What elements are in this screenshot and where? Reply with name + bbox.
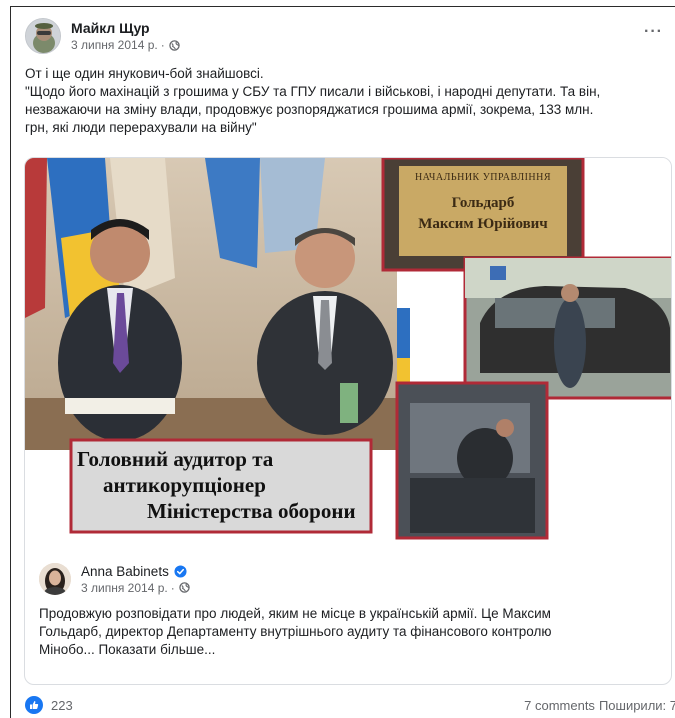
verified-badge-icon xyxy=(174,564,187,578)
post-text-line: "Щодо його махінацій з грошима у СБУ та … xyxy=(25,84,601,99)
like-reaction-icon[interactable] xyxy=(25,696,43,714)
driver-hand xyxy=(496,419,514,437)
caption-line-1: Головний аудитор та xyxy=(77,447,274,471)
shared-post-card[interactable]: НАЧАЛЬНИК УПРАВЛІННЯ Гольдарб Максим Юрі… xyxy=(24,157,672,685)
road-sign xyxy=(490,266,506,280)
comments-count-link[interactable]: 7 comments xyxy=(524,698,595,713)
man-by-car xyxy=(554,298,586,388)
plaque-title: НАЧАЛЬНИК УПРАВЛІННЯ xyxy=(414,172,552,183)
globe-icon xyxy=(168,39,180,51)
flag-red xyxy=(25,158,47,318)
caption-line-3: Міністерства оборони xyxy=(147,499,356,523)
more-options-button[interactable]: ··· xyxy=(644,23,663,41)
shared-text-line: Гольдарб, директор Департаменту внутрішн… xyxy=(39,624,552,639)
shared-text-line[interactable]: Мінобо... Показати більше... xyxy=(39,641,659,659)
post-meta: 3 липня 2014 р. · xyxy=(71,38,180,52)
author-avatar[interactable] xyxy=(25,18,61,54)
shared-text-line: Продовжую розповідати про людей, яким не… xyxy=(39,606,551,621)
shared-image-collage[interactable]: НАЧАЛЬНИК УПРАВЛІННЯ Гольдарб Максим Юрі… xyxy=(25,158,671,553)
post-text-line: грн, які люди перерахували на війну" xyxy=(25,120,257,135)
meta-separator: · xyxy=(170,580,175,595)
papers xyxy=(65,398,175,414)
pencil-cup xyxy=(340,383,358,423)
shared-post-date[interactable]: 3 липня 2014 р. xyxy=(81,581,168,595)
post-footer: 223 7 comments Поширили: 7 xyxy=(25,695,675,715)
globe-icon xyxy=(178,582,190,593)
shared-post-header: Anna Babinets 3 липня 2014 р. · xyxy=(39,563,190,595)
plaque-name: Максим Юрійович xyxy=(418,216,548,232)
post-text-line: незважаючи на зміну влади, продовжує роз… xyxy=(25,102,594,117)
post-header: Майкл Щур 3 липня 2014 р. · xyxy=(25,16,180,56)
shared-post-text: Продовжую розповідати про людей, яким не… xyxy=(39,605,659,659)
shared-author-name[interactable]: Anna Babinets xyxy=(81,564,169,579)
shares-count-link[interactable]: Поширили: 7 xyxy=(599,698,675,713)
like-count[interactable]: 223 xyxy=(51,698,73,713)
post-date[interactable]: 3 липня 2014 р. xyxy=(71,38,158,52)
author-name[interactable]: Майкл Щур xyxy=(71,20,180,36)
post-text-line: От і ще один янукович-бой знайшовсі. xyxy=(25,66,264,81)
shared-author-avatar[interactable] xyxy=(39,563,71,595)
car-door xyxy=(410,478,535,533)
car-window xyxy=(495,298,615,328)
shared-post-meta: 3 липня 2014 р. · xyxy=(81,581,190,595)
man-head xyxy=(561,284,579,302)
post-text: От і ще один янукович-бой знайшовсі. "Що… xyxy=(25,65,665,137)
post-frame: Майкл Щур 3 липня 2014 р. · ··· От і ще … xyxy=(10,6,675,718)
plaque-text: НАЧАЛЬНИК УПРАВЛІННЯ Гольдарб Максим Юрі… xyxy=(399,170,567,233)
meta-separator: · xyxy=(160,38,165,52)
collage-caption: Головний аудитор та антикорупціонер Міні… xyxy=(77,446,367,524)
caption-line-2: антикорупціонер xyxy=(103,473,266,497)
plaque-surname: Гольдарб xyxy=(451,195,515,211)
